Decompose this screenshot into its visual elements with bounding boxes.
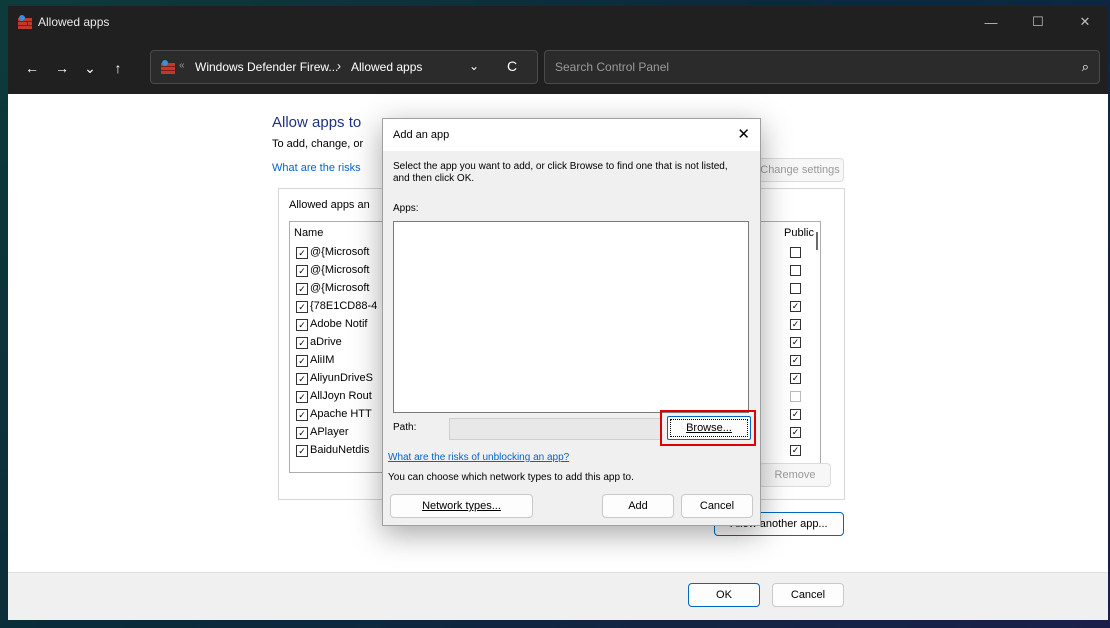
change-settings-button[interactable]: Change settings xyxy=(756,158,844,182)
row-app-name: Adobe Notif xyxy=(310,318,368,330)
up-arrow-icon[interactable]: ↑ xyxy=(108,58,128,78)
row-enabled-checkbox[interactable]: ✓ xyxy=(296,283,308,295)
row-public-checkbox[interactable]: ✓ xyxy=(790,337,801,348)
allowed-apps-window: Allowed apps — ☐ ✕ ← → ⌄ ↑ « Windows Def… xyxy=(8,6,1108,620)
close-button[interactable]: ✕ xyxy=(1062,6,1108,38)
row-public-checkbox[interactable]: ✓ xyxy=(790,427,801,438)
row-app-name: APlayer xyxy=(310,426,349,438)
search-box[interactable]: Search Control Panel ⌕ xyxy=(544,50,1100,84)
address-bar[interactable]: « Windows Defender Firew... › Allowed ap… xyxy=(150,50,538,84)
browse-highlight-box xyxy=(660,410,756,446)
cancel-button[interactable]: Cancel xyxy=(772,583,844,607)
recent-locations-chevron-icon[interactable]: ⌄ xyxy=(80,58,100,78)
search-icon[interactable]: ⌕ xyxy=(1082,59,1089,75)
column-header-public[interactable]: Public xyxy=(784,227,814,239)
row-enabled-checkbox[interactable]: ✓ xyxy=(296,265,308,277)
row-app-name: @{Microsoft xyxy=(310,246,370,258)
forward-arrow-icon[interactable]: → xyxy=(52,58,72,78)
row-enabled-checkbox[interactable]: ✓ xyxy=(296,247,308,259)
maximize-button[interactable]: ☐ xyxy=(1015,6,1061,38)
search-placeholder: Search Control Panel xyxy=(555,60,670,74)
breadcrumb-separator-icon[interactable]: › xyxy=(337,59,341,73)
back-arrow-icon[interactable]: ← xyxy=(22,58,42,78)
page-subtext: To add, change, or xyxy=(272,138,364,150)
row-public-checkbox[interactable] xyxy=(790,265,801,276)
path-input[interactable] xyxy=(449,418,661,440)
title-bar: Allowed apps — ☐ ✕ xyxy=(8,6,1108,38)
row-enabled-checkbox[interactable]: ✓ xyxy=(296,391,308,403)
unblocking-risks-link[interactable]: What are the risks of unblocking an app? xyxy=(388,452,569,463)
row-public-checkbox[interactable]: ✓ xyxy=(790,301,801,312)
row-app-name: BaiduNetdis xyxy=(310,444,370,456)
row-enabled-checkbox[interactable]: ✓ xyxy=(296,301,308,313)
risks-link[interactable]: What are the risks xyxy=(272,162,361,174)
address-dropdown-icon[interactable]: ⌄ xyxy=(469,59,479,73)
firewall-icon xyxy=(18,15,32,29)
footer-bar: OK Cancel xyxy=(8,572,1108,620)
firewall-icon xyxy=(161,60,175,74)
row-public-checkbox[interactable] xyxy=(790,247,801,258)
add-button[interactable]: Add xyxy=(602,494,674,518)
row-app-name: aDrive xyxy=(310,336,342,348)
row-public-checkbox[interactable]: ✓ xyxy=(790,319,801,330)
apps-label: Apps: xyxy=(393,203,419,214)
row-enabled-checkbox[interactable]: ✓ xyxy=(296,337,308,349)
row-public-checkbox[interactable] xyxy=(790,391,801,402)
path-label: Path: xyxy=(393,422,417,433)
group-label: Allowed apps an xyxy=(289,199,370,211)
dialog-cancel-button[interactable]: Cancel xyxy=(681,494,753,518)
dialog-instruction: Select the app you want to add, or click… xyxy=(393,161,728,184)
window-title: Allowed apps xyxy=(38,15,110,29)
breadcrumb-allowed-apps[interactable]: Allowed apps xyxy=(351,60,422,74)
minimize-button[interactable]: — xyxy=(968,6,1014,38)
navigation-bar: ← → ⌄ ↑ « Windows Defender Firew... › Al… xyxy=(8,38,1108,94)
row-app-name: @{Microsoft xyxy=(310,264,370,276)
dialog-title: Add an app xyxy=(393,129,450,141)
column-header-name[interactable]: Name xyxy=(294,227,323,239)
breadcrumb-overflow-icon[interactable]: « xyxy=(179,60,185,71)
network-types-button[interactable]: Network types... xyxy=(390,494,533,518)
row-public-checkbox[interactable] xyxy=(790,283,801,294)
row-public-checkbox[interactable]: ✓ xyxy=(790,355,801,366)
row-enabled-checkbox[interactable]: ✓ xyxy=(296,319,308,331)
row-app-name: Apache HTT xyxy=(310,408,372,420)
row-public-checkbox[interactable]: ✓ xyxy=(790,409,801,420)
dialog-title-bar: Add an app ✕ xyxy=(383,119,760,151)
row-app-name: AliyunDriveS xyxy=(310,372,373,384)
apps-list[interactable] xyxy=(393,221,749,413)
dialog-close-icon[interactable]: ✕ xyxy=(737,125,750,143)
row-enabled-checkbox[interactable]: ✓ xyxy=(296,445,308,457)
row-app-name: @{Microsoft xyxy=(310,282,370,294)
ok-button[interactable]: OK xyxy=(688,583,760,607)
row-app-name: AliIM xyxy=(310,354,335,366)
row-enabled-checkbox[interactable]: ✓ xyxy=(296,427,308,439)
row-enabled-checkbox[interactable]: ✓ xyxy=(296,373,308,385)
remove-button[interactable]: Remove xyxy=(759,463,831,487)
row-app-name: AllJoyn Rout xyxy=(310,390,372,402)
refresh-icon[interactable]: C xyxy=(507,58,517,74)
list-scrollbar[interactable] xyxy=(816,232,818,250)
row-enabled-checkbox[interactable]: ✓ xyxy=(296,355,308,367)
breadcrumb-firewall[interactable]: Windows Defender Firew... xyxy=(195,60,338,74)
network-types-note: You can choose which network types to ad… xyxy=(388,472,634,483)
add-an-app-dialog: Add an app ✕ Select the app you want to … xyxy=(382,118,761,526)
row-app-name: {78E1CD88-4 xyxy=(310,300,378,312)
page-title: Allow apps to xyxy=(272,114,362,131)
row-public-checkbox[interactable]: ✓ xyxy=(790,373,801,384)
row-enabled-checkbox[interactable]: ✓ xyxy=(296,409,308,421)
row-public-checkbox[interactable]: ✓ xyxy=(790,445,801,456)
